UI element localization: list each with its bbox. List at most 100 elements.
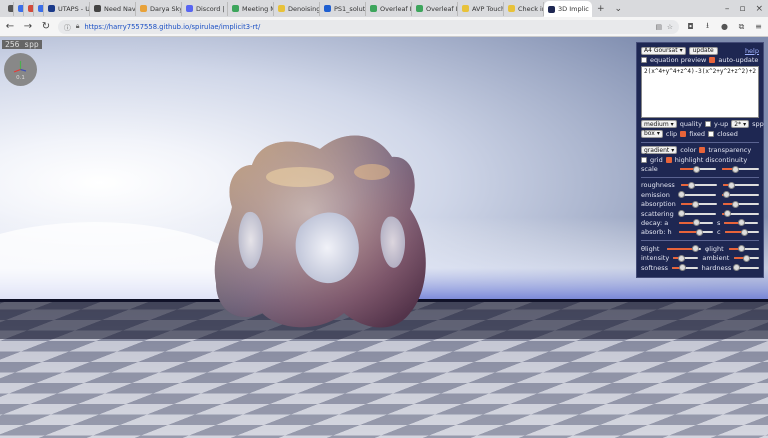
y-up-checkbox[interactable] — [704, 121, 711, 128]
axis-icon — [13, 61, 27, 73]
browser-tab[interactable]: Need Navig — [90, 1, 136, 16]
help-link[interactable]: help — [745, 47, 759, 55]
tab-list-button[interactable]: ⌄ — [610, 4, 628, 14]
browser-tab-active[interactable]: 3D Implic× — [544, 1, 592, 17]
roughness-slider[interactable] — [680, 181, 717, 189]
url-host: https://harry7557558.github.io — [84, 22, 190, 31]
ambient-slider[interactable] — [733, 254, 759, 262]
transparency-checkbox[interactable] — [699, 147, 706, 154]
roughness-slider-2[interactable] — [722, 181, 759, 189]
close-window-button[interactable]: × — [750, 4, 768, 14]
fixed-label: fixed — [689, 129, 706, 138]
browser-tab[interactable] — [14, 1, 24, 16]
browser-tab[interactable]: PS1_solutio — [320, 1, 366, 16]
scattering-slider-2[interactable] — [722, 210, 760, 218]
color-select[interactable]: gradient ▾ — [641, 146, 678, 155]
decay-s-label: s — [717, 218, 721, 227]
extensions-icon[interactable]: ⧉ — [736, 22, 747, 32]
grid-checkbox[interactable] — [641, 156, 647, 163]
theta-light-slider[interactable] — [667, 245, 701, 253]
lock-icon: 🔒︎ — [75, 22, 80, 30]
browser-tab[interactable] — [4, 1, 14, 16]
info-icon[interactable]: ⓘ — [64, 22, 71, 32]
absorption-slider-2[interactable] — [723, 200, 759, 208]
pocket-icon[interactable]: ◘ — [685, 22, 696, 31]
browser-tab[interactable]: AVP Touchp — [458, 1, 504, 16]
tab-label: UTAPS - Uni — [58, 4, 90, 13]
decay-s-slider[interactable] — [724, 219, 759, 227]
axis-gizmo[interactable]: 0.1 — [4, 53, 37, 86]
scale-slider[interactable] — [679, 165, 717, 173]
y-up-label: y-up — [713, 120, 729, 129]
browser-tab[interactable]: UTAPS - Uni — [44, 1, 90, 16]
softness-label: softness — [641, 263, 668, 272]
divider — [641, 240, 759, 242]
auto-update-checkbox[interactable] — [709, 57, 716, 64]
absorb-c-slider[interactable] — [724, 228, 759, 236]
browser-tab[interactable]: Darya Skye — [136, 1, 182, 16]
absorb-h-slider[interactable] — [679, 228, 713, 236]
ambient-label: ambient — [702, 254, 730, 263]
fixed-checkbox[interactable] — [680, 130, 687, 137]
maximize-button[interactable]: ▫ — [734, 4, 750, 14]
browser-tab[interactable]: Check in - 3 — [504, 1, 544, 16]
browser-tab[interactable]: Meeting Me — [228, 1, 274, 16]
browser-tab[interactable]: Discord | Bo — [182, 1, 228, 16]
highlight-discontinuity-checkbox[interactable] — [665, 156, 672, 163]
emission-slider-2[interactable] — [722, 191, 760, 199]
intensity-slider[interactable] — [673, 254, 699, 262]
transparency-label: transparency — [708, 146, 752, 155]
emission-slider[interactable] — [678, 191, 717, 199]
phi-light-slider[interactable] — [729, 245, 759, 253]
browser-tab[interactable]: Denoising I — [274, 1, 320, 16]
quality-select[interactable]: medium ▾ — [641, 120, 677, 129]
clip-select[interactable]: box ▾ — [641, 129, 663, 138]
url-input[interactable]: ⓘ 🔒︎ https://harry7557558.github.io/spir… — [58, 19, 679, 34]
function-select[interactable]: A4 Goursat ▾ — [641, 46, 686, 55]
decay-a-label: decay: a — [641, 218, 669, 227]
softness-slider[interactable] — [672, 264, 698, 272]
bookmark-star-icon[interactable]: ☆ — [667, 23, 673, 31]
menu-icon[interactable]: ≡ — [753, 22, 764, 31]
browser-tab[interactable] — [34, 1, 44, 16]
equation-preview-checkbox[interactable] — [641, 57, 647, 64]
scale-label: scale — [641, 165, 658, 174]
tab-label: Check in - 3 — [518, 4, 543, 13]
update-button[interactable]: update — [688, 46, 718, 55]
browser-tab[interactable] — [24, 1, 34, 16]
color-label: color — [680, 146, 697, 155]
account-icon[interactable]: ● — [719, 22, 730, 31]
browser-tab[interactable]: Overleaf Exam — [412, 1, 458, 16]
emission-label: emission — [641, 190, 670, 199]
minimize-button[interactable]: – — [720, 4, 735, 14]
favicon-icon — [232, 5, 239, 12]
scattering-slider[interactable] — [678, 210, 717, 218]
download-icon[interactable]: ⭳ — [702, 20, 713, 34]
spp-select[interactable]: 2* ▾ — [731, 120, 750, 129]
reader-mode-icon[interactable]: ▤ — [655, 23, 661, 31]
back-arrow-icon[interactable]: ← — [4, 21, 16, 32]
equation-input[interactable]: 2(x^4+y^4+z^4)-3(x^2+y^2+z^2)+2 — [641, 65, 759, 118]
absorption-slider[interactable] — [681, 200, 717, 208]
reload-icon[interactable]: ↻ — [40, 21, 52, 32]
grid-label: grid — [650, 155, 663, 164]
tab-label: Denoising I — [288, 4, 320, 13]
auto-update-label: auto-update — [718, 56, 759, 65]
hardness-label: hardness — [701, 263, 732, 272]
absorb-c-label: c — [717, 228, 721, 237]
new-tab-button[interactable]: + — [592, 4, 610, 14]
browser-tab[interactable]: Overleaf Exam — [366, 1, 412, 16]
chevron-down-icon: ▾ — [671, 146, 675, 154]
roughness-label: roughness — [641, 181, 675, 190]
scale-slider-2[interactable] — [722, 165, 760, 173]
tab-label: PS1_solutio — [334, 4, 366, 13]
decay-a-slider[interactable] — [679, 219, 713, 227]
favicon-icon — [278, 5, 285, 12]
address-bar: ← → ↻ ⓘ 🔒︎ https://harry7557558.github.i… — [0, 17, 768, 37]
tab-label: Darya Skye — [150, 4, 181, 13]
forward-arrow-icon[interactable]: → — [22, 21, 34, 32]
gizmo-value: 0.1 — [16, 75, 25, 81]
favicon-icon — [508, 5, 515, 12]
hardness-slider[interactable] — [732, 264, 759, 272]
closed-checkbox[interactable] — [708, 130, 715, 137]
